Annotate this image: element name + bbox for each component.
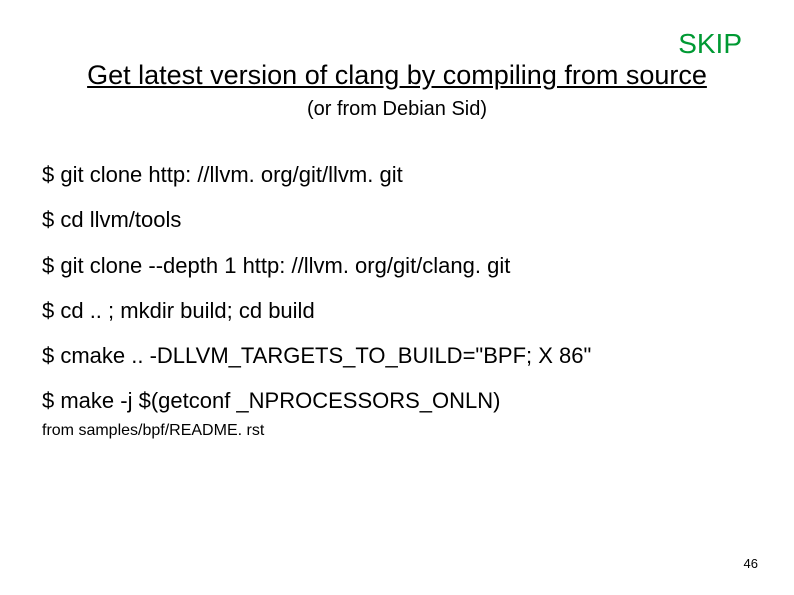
command-line: $ git clone --depth 1 http: //llvm. org/… — [42, 253, 752, 278]
command-line: $ make -j $(getconf _NPROCESSORS_ONLN) — [42, 388, 752, 413]
command-list: $ git clone http: //llvm. org/git/llvm. … — [42, 162, 752, 434]
command-line: $ cd .. ; mkdir build; cd build — [42, 298, 752, 323]
slide-title: Get latest version of clang by compiling… — [0, 60, 794, 91]
command-line: $ cd llvm/tools — [42, 207, 752, 232]
slide-subtitle: (or from Debian Sid) — [0, 98, 794, 121]
footnote: from samples/bpf/README. rst — [42, 422, 264, 440]
skip-label: SKIP — [678, 28, 742, 60]
command-line: $ git clone http: //llvm. org/git/llvm. … — [42, 162, 752, 187]
page-number: 46 — [744, 556, 758, 571]
command-line: $ cmake .. -DLLVM_TARGETS_TO_BUILD="BPF;… — [42, 343, 752, 368]
